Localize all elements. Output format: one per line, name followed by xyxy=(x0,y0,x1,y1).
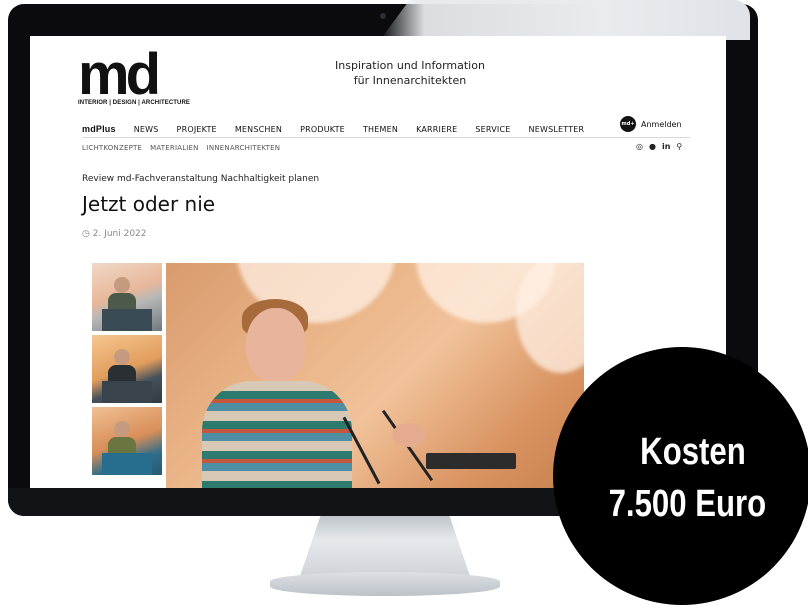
article-kicker: Review md-Fachveranstaltung Nachhaltigke… xyxy=(82,174,320,184)
nav-item-karriere[interactable]: KARRIERE xyxy=(416,125,457,134)
search-icon[interactable]: ⚲ xyxy=(676,142,682,151)
monitor-stand xyxy=(300,516,470,576)
bezel-highlight xyxy=(380,0,750,40)
mdplus-icon: md+ xyxy=(620,116,636,132)
tagline-line2: für Innenarchitekten xyxy=(353,74,467,87)
subnav-item-lichtkonzepte[interactable]: LICHTKONZEPTE xyxy=(82,144,142,152)
speaker-body xyxy=(202,381,352,488)
subnav-item-innenarchitekten[interactable]: INNENARCHITEKTEN xyxy=(207,144,281,152)
nav-item-service[interactable]: SERVICE xyxy=(475,125,510,134)
site-logo[interactable]: md INTERIOR | DESIGN | ARCHITECTURE xyxy=(78,42,191,107)
nav-divider xyxy=(82,137,690,138)
nav-item-news[interactable]: NEWS xyxy=(134,125,159,134)
clock-icon: ◷ xyxy=(82,229,90,239)
tagline-line1: Inspiration und Information xyxy=(335,59,485,72)
gallery-thumb-1[interactable] xyxy=(92,263,162,331)
speaker-head xyxy=(246,308,306,382)
article-date: ◷ 2. Juni 2022 xyxy=(82,229,147,239)
speaker-hand xyxy=(392,423,426,447)
thumb-lectern xyxy=(102,309,152,331)
cost-badge: Kosten 7.500 Euro xyxy=(553,347,808,605)
gallery-thumb-2[interactable] xyxy=(92,335,162,403)
thumb-lectern xyxy=(102,453,152,475)
monitor-foot xyxy=(270,572,500,596)
nav-item-mdplus[interactable]: mdPlus xyxy=(82,124,116,134)
gallery-thumb-3[interactable] xyxy=(92,407,162,475)
logo-tagline: INTERIOR | DESIGN | ARCHITECTURE xyxy=(78,100,191,106)
lectern xyxy=(426,453,516,469)
site-tagline: Inspiration und Information für Innenarc… xyxy=(310,58,510,88)
nav-item-menschen[interactable]: MENSCHEN xyxy=(235,125,282,134)
ceiling-arch xyxy=(516,263,584,373)
sub-nav: LICHTKONZEPTE MATERIALIEN INNENARCHITEKT… xyxy=(82,144,288,152)
logo-mark: md xyxy=(78,42,161,107)
nav-item-newsletter[interactable]: NEWSLETTER xyxy=(529,125,585,134)
nav-item-themen[interactable]: THEMEN xyxy=(363,125,398,134)
hero-photo[interactable] xyxy=(166,263,584,488)
article-date-text: 2. Juni 2022 xyxy=(92,229,147,239)
thumb-figure xyxy=(114,349,130,365)
camera-dot xyxy=(380,13,386,19)
nav-item-projekte[interactable]: PROJEKTE xyxy=(177,125,217,134)
badge-line1: Kosten xyxy=(640,431,746,473)
login-button[interactable]: md+ Anmelden xyxy=(620,116,682,132)
social-links: ◎ ● in ⚲ xyxy=(636,142,682,151)
article-title: Jetzt oder nie xyxy=(82,192,216,216)
subnav-item-materialien[interactable]: MATERIALIEN xyxy=(150,144,199,152)
thumb-figure xyxy=(114,277,130,293)
main-nav: mdPlus NEWS PROJEKTE MENSCHEN PRODUKTE T… xyxy=(82,124,602,134)
instagram-icon[interactable]: ◎ xyxy=(636,142,643,151)
nav-item-produkte[interactable]: PRODUKTE xyxy=(300,125,345,134)
thumb-lectern xyxy=(102,381,152,403)
login-label: Anmelden xyxy=(641,119,682,129)
thumb-figure xyxy=(114,421,130,437)
facebook-icon[interactable]: ● xyxy=(649,142,656,151)
linkedin-icon[interactable]: in xyxy=(662,142,670,151)
badge-line2: 7.500 Euro xyxy=(608,483,767,525)
